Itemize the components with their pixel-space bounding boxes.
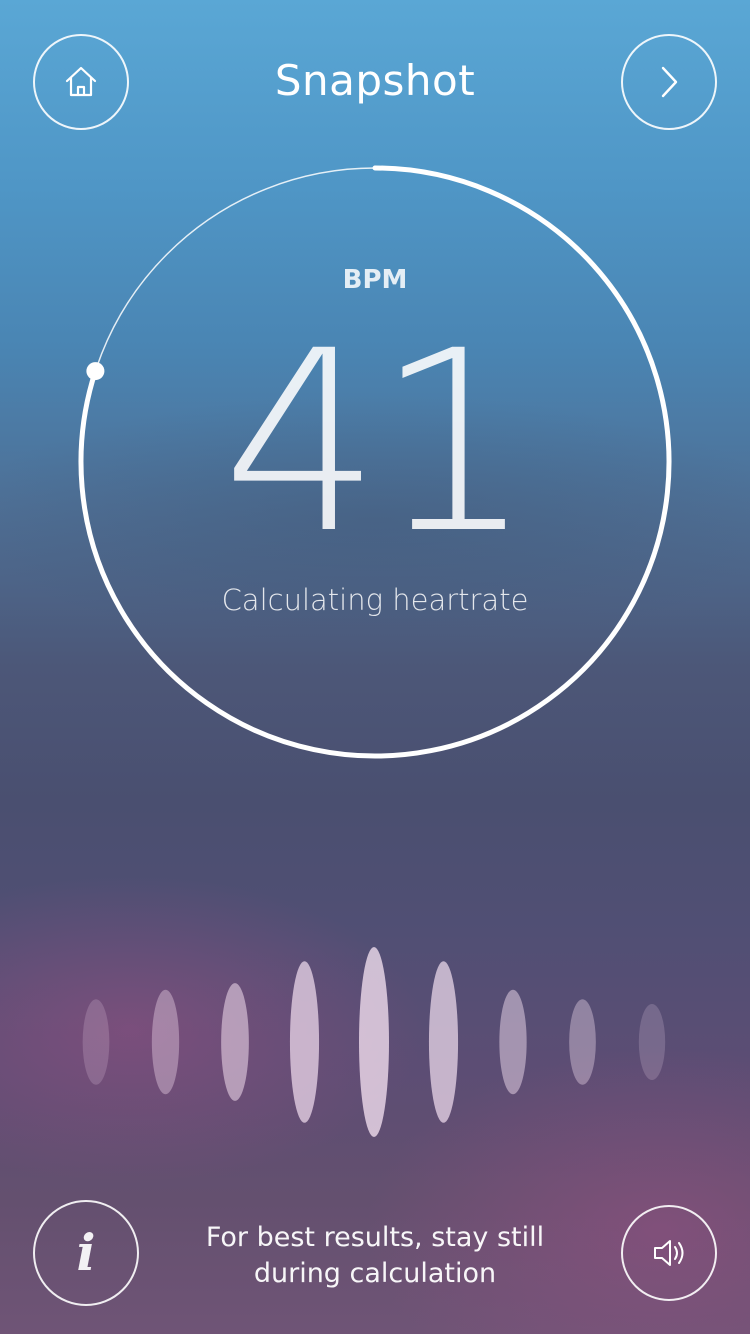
bpm-label: BPM	[342, 265, 408, 295]
pulse-bar	[428, 961, 459, 1123]
status-text: Calculating heartrate	[221, 583, 529, 617]
info-icon: i	[76, 1223, 96, 1282]
pulse-bar	[151, 989, 180, 1095]
info-button[interactable]: i	[33, 1200, 139, 1306]
speaker-icon	[654, 1240, 684, 1266]
bpm-value: 41	[221, 297, 534, 588]
hint-text: For best results, stay still during calc…	[205, 1222, 545, 1289]
pulse-bar	[221, 983, 249, 1101]
pulse-bar	[638, 1004, 666, 1080]
pulse-bar	[359, 947, 389, 1137]
pulse-wave	[82, 947, 666, 1137]
pulse-bar	[289, 961, 320, 1123]
pulse-bar	[569, 999, 596, 1085]
sound-button[interactable]	[621, 1205, 717, 1301]
pulse-bar	[82, 999, 110, 1085]
pulse-bar	[499, 989, 527, 1095]
